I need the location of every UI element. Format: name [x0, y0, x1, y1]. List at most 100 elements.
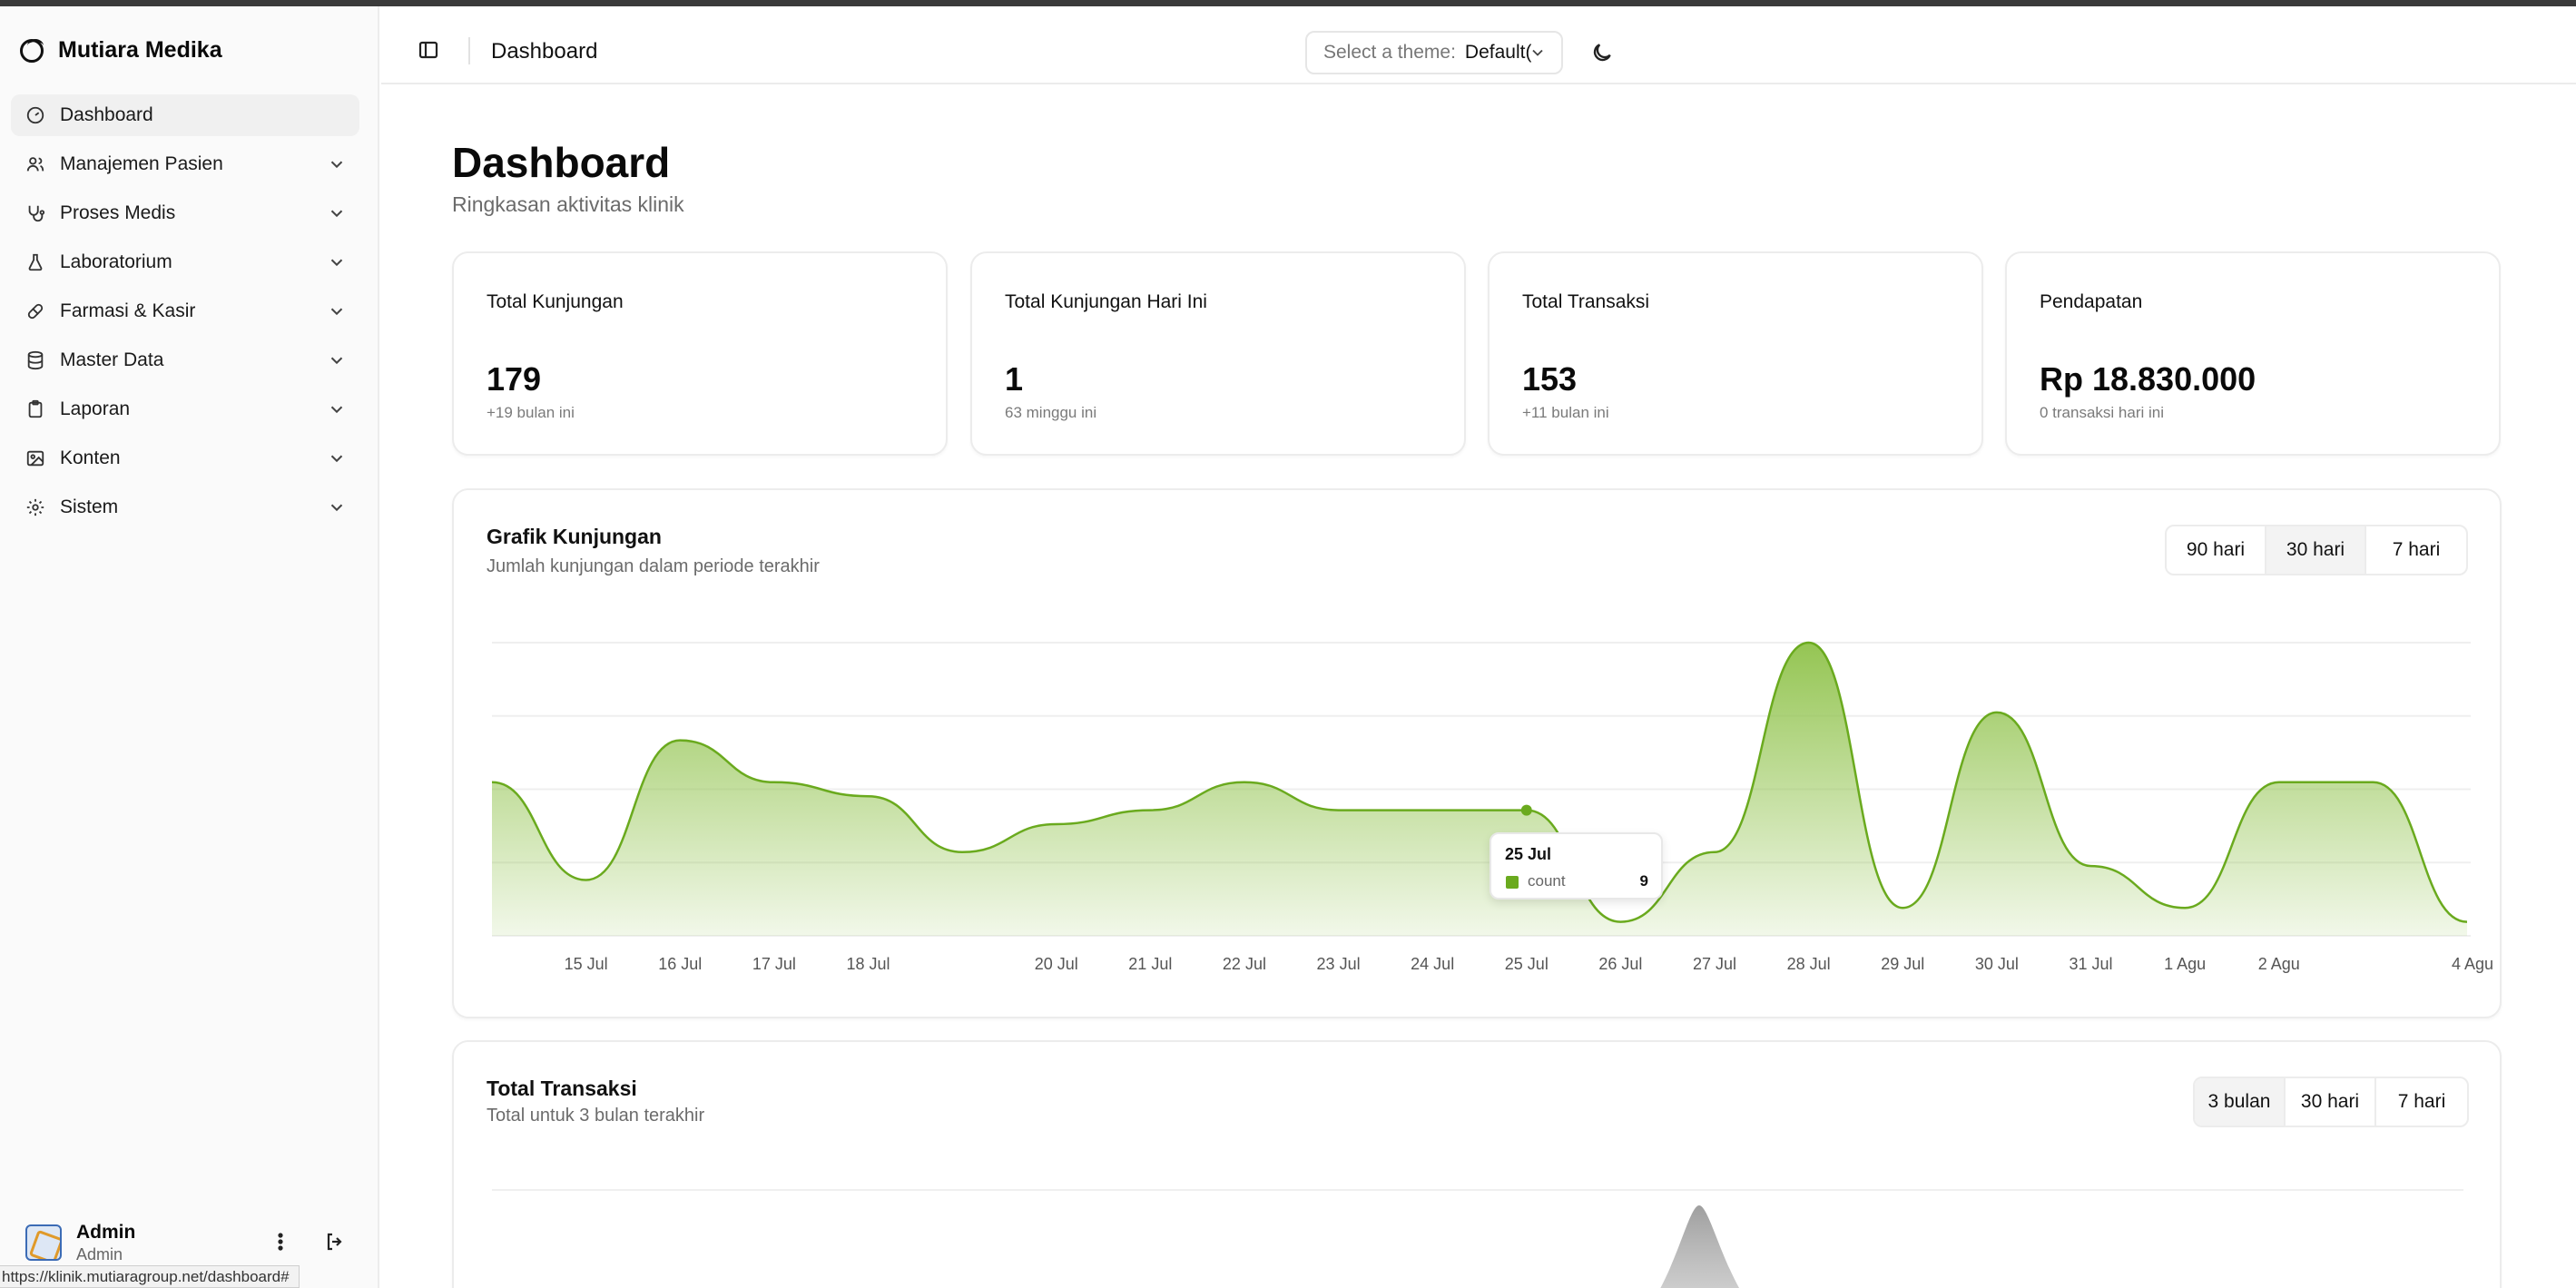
tooltip-swatch [1506, 876, 1519, 889]
sidebar-item-manajemen-pasien[interactable]: Manajemen Pasien [11, 143, 359, 185]
stat-card-total-kunjungan: Total Kunjungan 179 +19 bulan ini [452, 251, 948, 456]
stat-value: 1 [1005, 360, 1024, 398]
x-tick-label: 26 Jul [1598, 955, 1642, 973]
dark-mode-moon-icon[interactable] [1590, 41, 1614, 64]
stat-label: Total Kunjungan Hari Ini [1005, 291, 1207, 312]
sidebar-item-proses-medis[interactable]: Proses Medis [11, 192, 359, 234]
sidebar-item-laboratorium[interactable]: Laboratorium [11, 241, 359, 283]
chevron-down-icon [327, 399, 347, 419]
stat-card-total-transaksi: Total Transaksi 153 +11 bulan ini [1488, 251, 1983, 456]
brand-logo-icon [20, 38, 44, 63]
x-tick-label: 23 Jul [1317, 955, 1361, 973]
sidebar-item-label: Konten [60, 447, 121, 468]
sidebar-item-label: Laporan [60, 398, 131, 419]
pill-icon [25, 301, 45, 321]
chevron-down-icon [327, 252, 347, 272]
sidebar-item-master-data[interactable]: Master Data [11, 339, 359, 381]
x-tick-label: 22 Jul [1223, 955, 1266, 973]
chevron-down-icon [1529, 44, 1547, 62]
x-tick-label: 28 Jul [1787, 955, 1831, 973]
theme-select[interactable]: Select a theme: Default( [1305, 31, 1563, 74]
sidebar-item-label: Farmasi & Kasir [60, 300, 196, 321]
transactions-area [1660, 1205, 1740, 1288]
sidebar-item-farmasi-kasir[interactable]: Farmasi & Kasir [11, 290, 359, 332]
stat-label: Total Transaksi [1522, 291, 1650, 312]
stat-subtext: +11 bulan ini [1522, 404, 1609, 421]
visits-chart-panel: Grafik Kunjungan Jumlah kunjungan dalam … [452, 488, 2502, 1018]
x-tick-label: 16 Jul [658, 955, 702, 973]
sidebar-item-dashboard[interactable]: Dashboard [11, 94, 359, 136]
x-tick-label: 4 Agu [2452, 955, 2493, 973]
x-tick-label: 31 Jul [2070, 955, 2113, 973]
flask-icon [25, 252, 45, 272]
avatar [25, 1224, 62, 1261]
chevron-down-icon [327, 154, 347, 174]
sidebar-item-label: Proses Medis [60, 202, 176, 223]
sidebar-item-konten[interactable]: Konten [11, 438, 359, 479]
stat-subtext: 0 transaksi hari ini [2040, 404, 2165, 421]
theme-select-value: Default( [1464, 42, 1532, 63]
sidebar-item-label: Dashboard [60, 104, 153, 125]
x-tick-label: 15 Jul [565, 955, 608, 973]
sidebar-item-label: Sistem [60, 497, 119, 517]
stat-subtext: +19 bulan ini [487, 404, 575, 421]
sidebar-toggle-icon[interactable] [418, 39, 439, 61]
stat-value: Rp 18.830.000 [2040, 360, 2256, 398]
brand-name: Mutiara Medika [58, 37, 222, 63]
theme-select-label: Select a theme: [1323, 42, 1456, 63]
top-header: Dashboard Select a theme: Default( [381, 6, 2576, 84]
tooltip-key: count [1528, 872, 1566, 890]
x-tick-label: 21 Jul [1128, 955, 1172, 973]
header-title: Dashboard [491, 39, 598, 64]
stat-label: Pendapatan [2040, 291, 2143, 312]
user-role: Admin [76, 1244, 123, 1263]
x-tick-label: 2 Agu [2258, 955, 2300, 973]
x-tick-label: 20 Jul [1035, 955, 1078, 973]
stethoscope-icon [25, 203, 45, 223]
chart-tooltip: 25 Jul count 9 [1490, 832, 1663, 900]
chevron-down-icon [327, 203, 347, 223]
logout-icon[interactable] [321, 1228, 349, 1255]
database-icon [25, 350, 45, 370]
sidebar-item-label: Laboratorium [60, 251, 172, 272]
user-name: Admin [76, 1221, 136, 1243]
user-profile[interactable]: Admin Admin [25, 1215, 361, 1270]
highlighted-point[interactable] [1520, 804, 1532, 816]
tooltip-value: 9 [1639, 872, 1648, 890]
page-subtitle: Ringkasan aktivitas klinik [452, 192, 684, 216]
sidebar: Mutiara Medika Dashboard Manajemen Pasien… [0, 6, 379, 1288]
stat-card-pendapatan: Pendapatan Rp 18.830.000 0 transaksi har… [2005, 251, 2501, 456]
sidebar-nav: Dashboard Manajemen Pasien Proses Medis Lab… [11, 94, 359, 536]
stat-subtext: 63 minggu ini [1005, 404, 1097, 421]
status-bar-url: https://klinik.mutiaragroup.net/dashboar… [0, 1265, 300, 1288]
header-divider [468, 37, 470, 64]
x-tick-label: 27 Jul [1693, 955, 1736, 973]
chevron-down-icon [327, 497, 347, 517]
image-icon [25, 448, 45, 468]
sidebar-item-label: Manajemen Pasien [60, 153, 223, 174]
stat-card-kunjungan-hari-ini: Total Kunjungan Hari Ini 1 63 minggu ini [970, 251, 1466, 456]
gauge-icon [25, 105, 45, 125]
tooltip-date: 25 Jul [1505, 845, 1552, 863]
page-title: Dashboard [452, 139, 671, 186]
transactions-chart-panel: Total Transaksi Total untuk 3 bulan tera… [452, 1040, 2502, 1288]
x-tick-label: 18 Jul [846, 955, 890, 973]
x-tick-label: 1 Agu [2164, 955, 2206, 973]
stat-label: Total Kunjungan [487, 291, 624, 312]
users-icon [25, 154, 45, 174]
stat-value: 179 [487, 360, 542, 398]
x-tick-label: 25 Jul [1505, 955, 1549, 973]
transactions-area-chart [492, 1189, 2463, 1288]
sidebar-item-sistem[interactable]: Sistem [11, 487, 359, 528]
x-tick-label: 17 Jul [752, 955, 796, 973]
chevron-down-icon [327, 448, 347, 468]
clipboard-icon [25, 399, 45, 419]
chevron-down-icon [327, 350, 347, 370]
x-tick-label: 30 Jul [1975, 955, 2019, 973]
more-vertical-icon[interactable] [267, 1228, 294, 1255]
sidebar-item-laporan[interactable]: Laporan [11, 388, 359, 430]
x-tick-label: 24 Jul [1411, 955, 1454, 973]
brand[interactable]: Mutiara Medika [20, 37, 222, 64]
x-tick-label: 29 Jul [1881, 955, 1924, 973]
window-top-strip [0, 0, 2576, 6]
